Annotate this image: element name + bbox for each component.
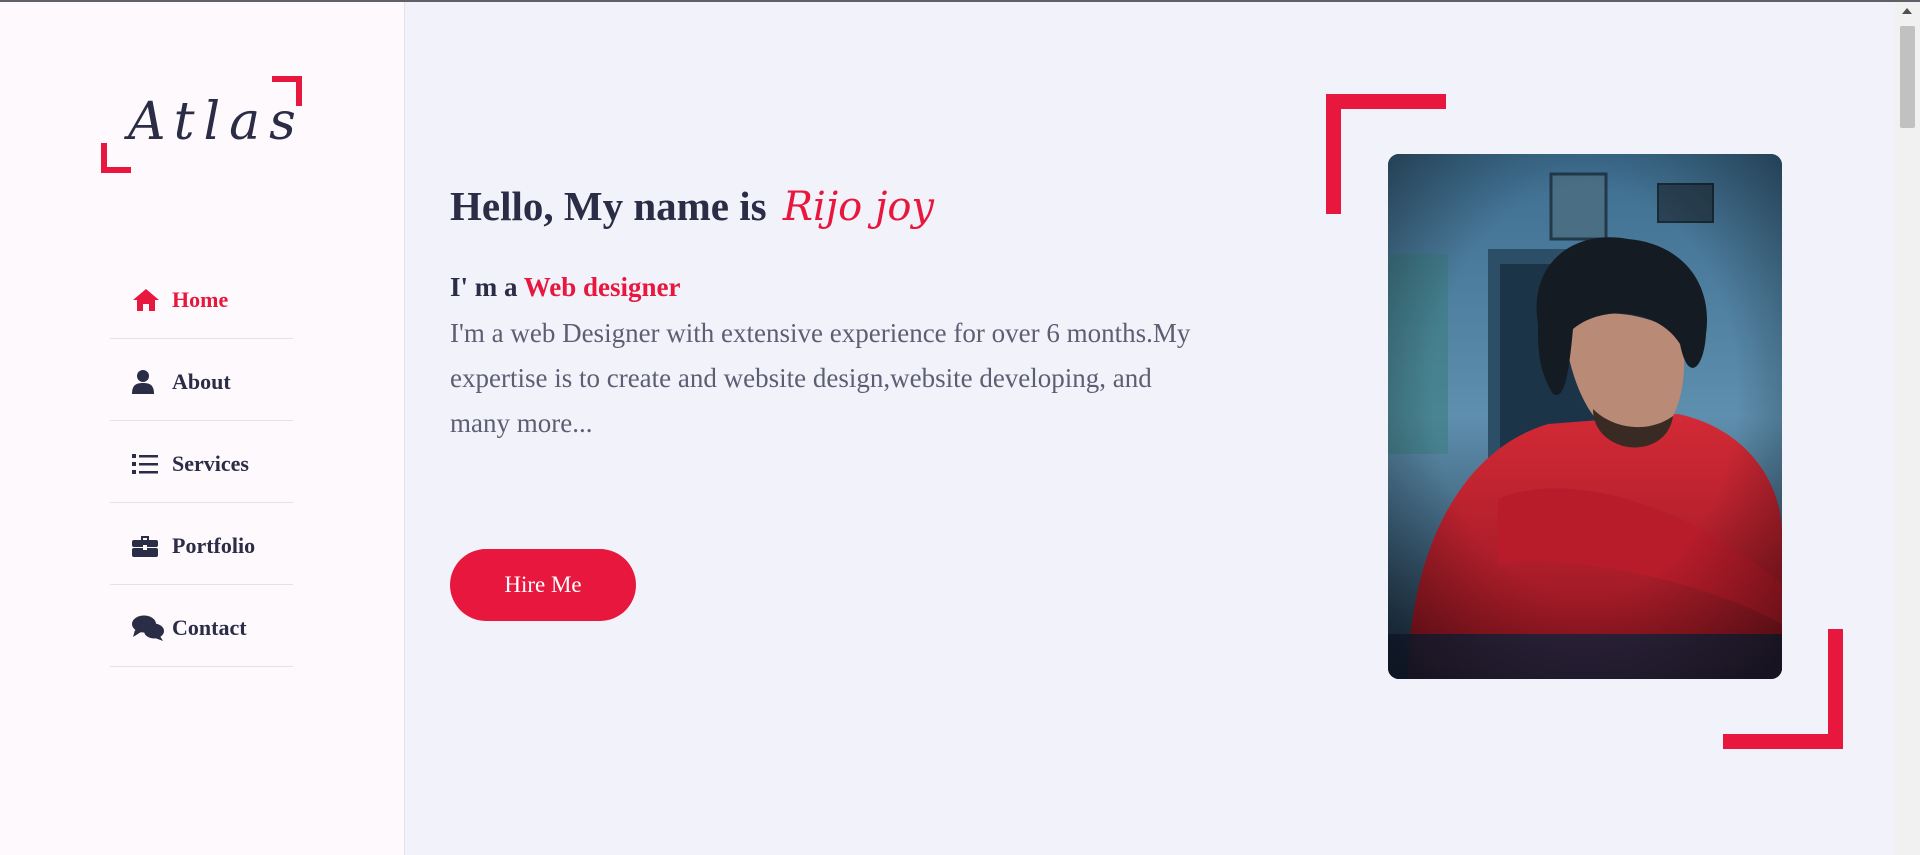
hero-greeting: Hello, My name is Rijo joy	[450, 182, 934, 230]
vertical-scrollbar[interactable]	[1895, 2, 1920, 855]
hire-me-button[interactable]: Hire Me	[450, 549, 636, 621]
hero-role: I' m a Web designer	[450, 272, 681, 303]
nav-item-about[interactable]: About	[110, 339, 293, 421]
logo[interactable]: Atlas	[101, 76, 302, 173]
briefcase-icon	[132, 533, 164, 559]
logo-corner-bottom-left	[101, 143, 131, 173]
nav-label-portfolio: Portfolio	[172, 532, 256, 558]
nav-item-contact[interactable]: Contact	[110, 585, 293, 667]
sidebar: Atlas Home About Services Portfolio Cont…	[0, 2, 405, 855]
nav-label-contact: Contact	[172, 614, 247, 640]
greeting-text: Hello, My name is	[450, 183, 767, 229]
nav-label-about: About	[172, 368, 231, 394]
hero-name: Rijo joy	[782, 184, 935, 230]
home-icon	[132, 287, 164, 313]
nav-item-home[interactable]: Home	[110, 257, 293, 339]
user-icon	[132, 369, 164, 395]
sidebar-nav: Home About Services Portfolio Contact	[110, 257, 293, 667]
comments-icon	[132, 615, 164, 641]
nav-item-services[interactable]: Services	[110, 421, 293, 503]
hero-section: Hello, My name is Rijo joy I' m a Web de…	[406, 2, 1895, 855]
role-title: Web designer	[523, 272, 681, 302]
nav-label-services: Services	[172, 450, 249, 476]
list-icon	[132, 451, 164, 477]
scrollbar-thumb[interactable]	[1900, 26, 1915, 128]
logo-text: Atlas	[128, 92, 305, 152]
nav-label-home: Home	[172, 286, 229, 312]
role-prefix: I' m a	[450, 272, 518, 302]
hero-description: I'm a web Designer with extensive experi…	[450, 318, 1191, 438]
scroll-up-arrow-icon[interactable]	[1902, 8, 1912, 14]
profile-photo	[1388, 154, 1782, 679]
nav-item-portfolio[interactable]: Portfolio	[110, 503, 293, 585]
